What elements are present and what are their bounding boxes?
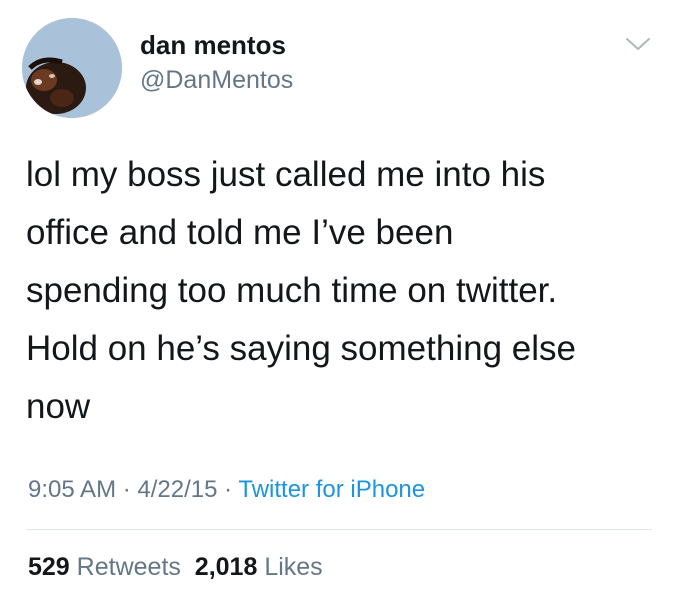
chevron-down-icon[interactable] (624, 34, 652, 54)
tweet-stats: 529 Retweets 2,018 Likes (28, 553, 323, 582)
tweet-source-link[interactable]: Twitter for iPhone (238, 476, 425, 503)
meta-separator: · (217, 476, 239, 503)
tweet-text: lol my boss just called me into his offi… (26, 155, 576, 426)
tweet-time[interactable]: 9:05 AM (28, 476, 116, 503)
likes-count: 2,018 (194, 553, 258, 581)
tweet-date[interactable]: 4/22/15 (137, 476, 217, 503)
avatar[interactable] (22, 18, 122, 118)
retweets-count: 529 (28, 553, 70, 581)
retweets-stat[interactable]: 529 Retweets (28, 553, 181, 581)
retweets-label: Retweets (76, 553, 181, 581)
tweet-metadata: 9:05 AM · 4/22/15 · Twitter for iPhone (28, 476, 425, 504)
meta-separator: · (116, 476, 138, 503)
author-handle[interactable]: @DanMentos (140, 66, 293, 95)
author-display-name[interactable]: dan mentos (140, 30, 286, 61)
divider (26, 529, 652, 530)
tweet-card: dan mentos @DanMentos lol my boss just c… (0, 0, 680, 598)
likes-stat[interactable]: 2,018 Likes (195, 553, 323, 581)
avatar-image (22, 18, 122, 118)
likes-label: Likes (264, 553, 323, 581)
